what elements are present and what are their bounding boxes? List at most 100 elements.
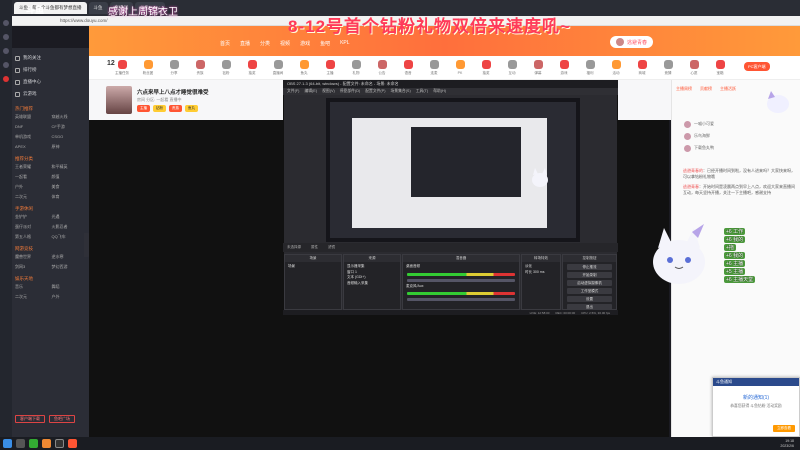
start-record-button[interactable]: 开始录制 bbox=[567, 272, 612, 278]
category-link[interactable]: 逆水寒 bbox=[52, 254, 87, 260]
sidebar-item[interactable]: 我的关注 bbox=[15, 52, 86, 64]
settings-button[interactable]: 设置 bbox=[567, 296, 612, 302]
rank-row[interactable]: 一喵小可爱 bbox=[684, 118, 754, 130]
douyu-icon[interactable] bbox=[68, 439, 77, 448]
obs-filters-button[interactable]: 滤镜 bbox=[328, 245, 335, 250]
site-logo[interactable]: 斗鱼 bbox=[26, 3, 44, 16]
category-link[interactable]: 魔兽世界 bbox=[15, 254, 50, 260]
category-link[interactable]: 户外 bbox=[52, 294, 87, 300]
nav-item[interactable]: 直播 bbox=[240, 40, 250, 47]
dock-app-icon[interactable] bbox=[3, 76, 9, 82]
source-item[interactable]: 音频输入采集 bbox=[347, 281, 397, 287]
category-link[interactable]: 和平精英 bbox=[52, 164, 87, 170]
obs-menu-item[interactable]: 编辑(E) bbox=[304, 89, 317, 94]
category-link[interactable]: 音乐 bbox=[15, 284, 50, 290]
chat-tab[interactable]: 主播周榜 bbox=[676, 86, 692, 92]
obs-menu-item[interactable]: 工具(T) bbox=[416, 89, 428, 94]
gift-item[interactable]: PK bbox=[449, 60, 471, 75]
gift-item[interactable]: 粉丝团 bbox=[137, 59, 159, 76]
dock-star-icon[interactable] bbox=[3, 34, 9, 40]
gift-item[interactable]: 鱼丸 bbox=[293, 59, 315, 76]
sidebar-item[interactable]: 云游戏 bbox=[15, 88, 86, 100]
nav-item[interactable]: 视频 bbox=[280, 40, 290, 47]
nav-item[interactable]: 鱼吧 bbox=[320, 40, 330, 47]
nav-item[interactable]: 游戏 bbox=[300, 40, 310, 47]
gift-item[interactable]: 宝箱 bbox=[709, 59, 731, 76]
category-link[interactable]: 单机游戏 bbox=[15, 134, 50, 140]
sidebar-item[interactable]: 排行榜 bbox=[15, 64, 86, 76]
category-link[interactable]: 火影忍者 bbox=[52, 224, 87, 230]
gift-item[interactable]: 活动 bbox=[605, 59, 627, 76]
start-icon[interactable] bbox=[3, 439, 12, 448]
nav-item[interactable]: 首页 bbox=[220, 40, 230, 47]
gift-item[interactable]: 钻粉 bbox=[215, 59, 237, 76]
streamer-avatar[interactable] bbox=[106, 86, 132, 114]
gift-item[interactable]: 礼物 bbox=[345, 59, 367, 76]
category-link[interactable]: 二次元 bbox=[15, 294, 50, 300]
nav-item[interactable]: 分类 bbox=[260, 40, 270, 47]
rank-row[interactable]: 下载鱼丸鸭 bbox=[684, 142, 754, 154]
category-link[interactable]: CSGO bbox=[52, 134, 87, 140]
gift-item[interactable]: 主播 bbox=[319, 59, 341, 76]
category-link[interactable]: 美食 bbox=[52, 184, 87, 190]
gift-item[interactable]: 连麦 bbox=[423, 59, 445, 76]
category-link[interactable]: 王者荣耀 bbox=[15, 164, 50, 170]
nav-item[interactable]: KPL bbox=[340, 40, 349, 47]
gift-item[interactable]: 商城 bbox=[631, 59, 653, 76]
gift-item[interactable]: 抽奖 bbox=[241, 59, 263, 76]
virtual-camera-button[interactable]: 启动虚拟摄像机 bbox=[567, 280, 612, 286]
gift-item[interactable]: 语音 bbox=[397, 59, 419, 76]
obs-icon[interactable] bbox=[55, 439, 64, 448]
obs-menu-item[interactable]: 文件(F) bbox=[287, 89, 299, 94]
popup-view-button[interactable]: 立即查看 bbox=[773, 425, 795, 432]
category-link[interactable]: 颜值 bbox=[52, 174, 87, 180]
category-link[interactable]: 舞蹈 bbox=[52, 284, 87, 290]
category-link[interactable]: 剑网3 bbox=[15, 264, 50, 270]
obs-menu-item[interactable]: 场景集合(S) bbox=[390, 89, 410, 94]
browser-tab[interactable]: 斗鱼 bbox=[88, 2, 108, 14]
scene-item[interactable]: 场景 bbox=[288, 264, 338, 270]
category-link[interactable]: 光遇 bbox=[52, 214, 87, 220]
gift-item[interactable]: 心愿 bbox=[683, 59, 705, 76]
gift-item[interactable]: 互动 bbox=[501, 59, 523, 76]
category-link[interactable]: 英雄联盟 bbox=[15, 114, 50, 120]
chat-tab[interactable]: 贡献榜 bbox=[700, 86, 712, 92]
pc-client-button[interactable]: PC客户端 bbox=[744, 62, 770, 71]
app-icon[interactable] bbox=[42, 439, 51, 448]
fish-bar-button[interactable]: 鱼吧广场 bbox=[49, 415, 75, 423]
volume-slider[interactable] bbox=[407, 298, 515, 301]
category-link[interactable]: 户外 bbox=[15, 184, 50, 190]
dock-history-icon[interactable] bbox=[3, 48, 9, 54]
gift-item[interactable]: 贵族 bbox=[189, 59, 211, 76]
category-link[interactable]: 蛋仔派对 bbox=[15, 224, 50, 230]
category-link[interactable]: 梦幻西游 bbox=[52, 264, 87, 270]
sidebar-item[interactable]: 直播中心 bbox=[15, 76, 86, 88]
dock-download-icon[interactable] bbox=[3, 62, 9, 68]
gift-item[interactable]: 福利 bbox=[579, 59, 601, 76]
category-link[interactable]: DNF bbox=[15, 124, 50, 130]
category-link[interactable]: 穿越火线 bbox=[52, 114, 87, 120]
category-link[interactable]: QQ飞车 bbox=[52, 234, 87, 240]
obs-menu-item[interactable]: 帮助(H) bbox=[433, 89, 446, 94]
obs-menu-item[interactable]: 视图(V) bbox=[322, 89, 335, 94]
obs-menu-item[interactable]: 配置文件(P) bbox=[365, 89, 385, 94]
category-link[interactable]: 体育 bbox=[52, 194, 87, 200]
gift-item[interactable]: 游戏 bbox=[553, 59, 575, 76]
gift-item[interactable]: 公告 bbox=[371, 59, 393, 76]
rank-row[interactable]: 乐鸟海鲜 bbox=[684, 130, 754, 142]
download-client-button[interactable]: 客户端下载 bbox=[15, 415, 45, 423]
dock-home-icon[interactable] bbox=[3, 20, 9, 26]
category-link[interactable]: 二次元 bbox=[15, 194, 50, 200]
popup-heading[interactable]: 新的通知(1) bbox=[713, 394, 799, 401]
chat-tab[interactable]: 主播活跃 bbox=[720, 86, 736, 92]
category-link[interactable]: 第五人格 bbox=[15, 234, 50, 240]
transition-duration[interactable]: 时长 300 ms bbox=[525, 270, 557, 276]
category-link[interactable]: APEX bbox=[15, 144, 50, 150]
browser-icon[interactable] bbox=[29, 439, 38, 448]
stop-stream-button[interactable]: 停止推流 bbox=[567, 264, 612, 270]
user-pill[interactable]: 逃避青春 bbox=[610, 36, 654, 48]
chat-user[interactable]: 逃避青春的 bbox=[683, 168, 703, 173]
gift-item[interactable]: 直播间 bbox=[267, 59, 289, 76]
category-link[interactable]: 一起看 bbox=[15, 174, 50, 180]
chat-user[interactable]: 逃避青春 bbox=[683, 184, 699, 189]
